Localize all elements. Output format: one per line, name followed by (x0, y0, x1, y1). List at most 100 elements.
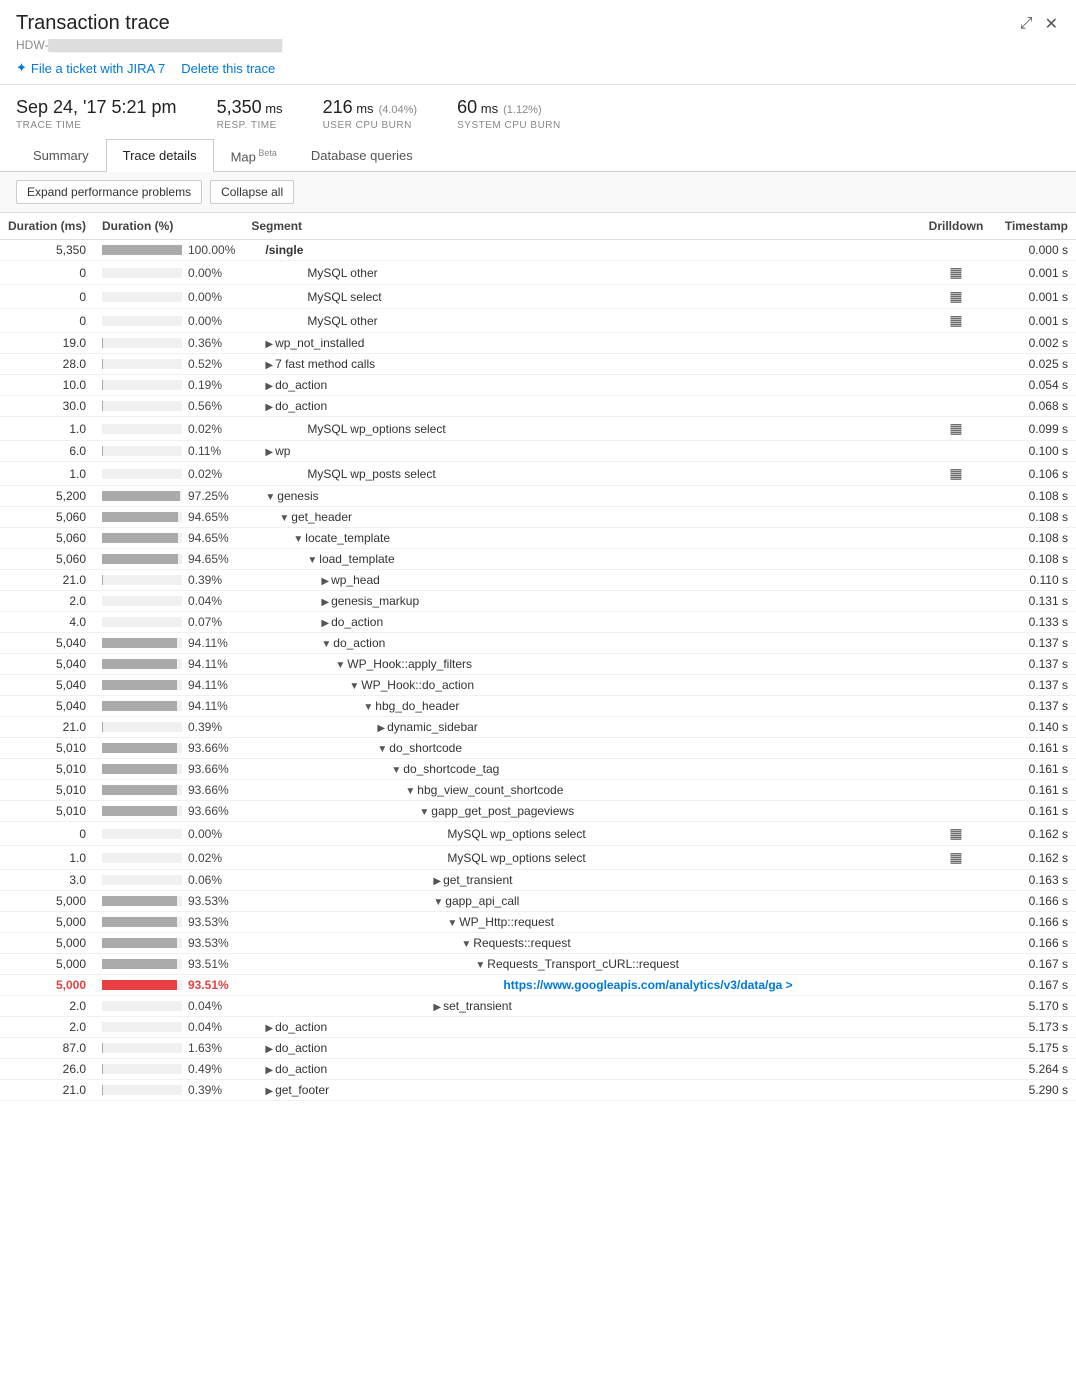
cell-segment: ▶do_action (243, 396, 916, 417)
cell-timestamp: 0.001 s (996, 309, 1076, 333)
expand-right-arrow[interactable]: ▶ (321, 597, 329, 608)
expand-down-arrow[interactable]: ▼ (475, 960, 485, 971)
bar-fill (102, 554, 178, 564)
collapse-all-btn[interactable]: Collapse all (210, 180, 294, 204)
bar-fill (102, 959, 177, 969)
expand-down-arrow[interactable]: ▼ (335, 660, 345, 671)
expand-right-arrow[interactable]: ▶ (433, 876, 441, 887)
cell-duration-pct: 93.66% (94, 801, 243, 822)
pct-text: 0.07% (188, 615, 233, 629)
cell-drilldown (916, 240, 996, 261)
resp-time-label: RESP. TIME (217, 120, 283, 131)
expand-right-arrow[interactable]: ▶ (265, 360, 273, 371)
cell-duration-pct: 94.11% (94, 675, 243, 696)
cell-drilldown (916, 612, 996, 633)
segment-name: gapp_get_post_pageviews (431, 804, 574, 818)
cell-timestamp: 0.108 s (996, 507, 1076, 528)
tab-summary[interactable]: Summary (16, 139, 106, 172)
bar-bg (102, 722, 182, 732)
expand-right-arrow[interactable]: ▶ (433, 1002, 441, 1013)
drilldown-icon[interactable]: ▦ (949, 264, 962, 280)
expand-right-arrow[interactable]: ▶ (265, 339, 273, 350)
subtitle: HDW-██████████████████████████████ (16, 38, 1060, 52)
cell-duration-ms: 5,040 (0, 654, 94, 675)
expand-down-arrow[interactable]: ▼ (265, 492, 275, 503)
expand-down-arrow[interactable]: ▼ (349, 681, 359, 692)
expand-right-arrow[interactable]: ▶ (377, 723, 385, 734)
expand-icon[interactable]: ⤢ (1018, 12, 1035, 36)
expand-down-arrow[interactable]: ▼ (405, 786, 415, 797)
expand-down-arrow[interactable]: ▼ (363, 702, 373, 713)
cell-duration-ms: 21.0 (0, 717, 94, 738)
expand-right-arrow[interactable]: ▶ (265, 1065, 273, 1076)
drilldown-icon[interactable]: ▦ (949, 420, 962, 436)
expand-down-arrow[interactable]: ▼ (419, 807, 429, 818)
col-duration-ms: Duration (ms) (0, 213, 94, 240)
table-row: 1.0 0.02% MySQL wp_posts select▦0.106 s (0, 462, 1076, 486)
expand-performance-btn[interactable]: Expand performance problems (16, 180, 202, 204)
expand-right-arrow[interactable]: ▶ (321, 618, 329, 629)
expand-right-arrow[interactable]: ▶ (265, 1023, 273, 1034)
cell-duration-pct: 94.11% (94, 633, 243, 654)
drilldown-icon[interactable]: ▦ (949, 312, 962, 328)
expand-down-arrow[interactable]: ▼ (307, 555, 317, 566)
bar-fill (102, 680, 177, 690)
jira-icon: ✦ (16, 60, 27, 76)
segment-name: MySQL wp_options select (447, 851, 585, 865)
drilldown-icon[interactable]: ▦ (949, 825, 962, 841)
segment-name: do_shortcode (389, 741, 462, 755)
expand-down-arrow[interactable]: ▼ (391, 765, 401, 776)
bar-bg (102, 980, 182, 990)
table-row: 5,000 93.53% ▼Requests::request0.166 s (0, 933, 1076, 954)
drilldown-icon[interactable]: ▦ (949, 465, 962, 481)
segment-name: hbg_do_header (375, 699, 459, 713)
expand-down-arrow[interactable]: ▼ (279, 513, 289, 524)
bar-bg (102, 743, 182, 753)
bar-bg (102, 938, 182, 948)
expand-down-arrow[interactable]: ▼ (447, 918, 457, 929)
drilldown-icon[interactable]: ▦ (949, 288, 962, 304)
tab-map[interactable]: Map Beta (214, 139, 294, 172)
segment-name: MySQL select (307, 290, 381, 304)
pct-text: 0.06% (188, 873, 233, 887)
expand-right-arrow[interactable]: ▶ (265, 402, 273, 413)
cell-drilldown (916, 396, 996, 417)
close-icon[interactable]: ✕ (1043, 12, 1060, 36)
expand-down-arrow[interactable]: ▼ (321, 639, 331, 650)
expand-down-arrow[interactable]: ▼ (461, 939, 471, 950)
expand-right-arrow[interactable]: ▶ (265, 447, 273, 458)
segment-name[interactable]: https://www.googleapis.com/analytics/v3/… (503, 978, 792, 992)
tab-trace-details[interactable]: Trace details (106, 139, 214, 172)
cell-drilldown (916, 675, 996, 696)
drilldown-icon[interactable]: ▦ (949, 849, 962, 865)
cell-duration-ms: 1.0 (0, 417, 94, 441)
segment-name: hbg_view_count_shortcode (417, 783, 563, 797)
expand-down-arrow[interactable]: ▼ (377, 744, 387, 755)
pct-text: 0.19% (188, 378, 233, 392)
cell-duration-pct: 94.11% (94, 654, 243, 675)
expand-right-arrow[interactable]: ▶ (265, 1086, 273, 1097)
bar-fill (102, 638, 177, 648)
page-header: Transaction trace ⤢ ✕ HDW-██████████████… (0, 0, 1076, 85)
table-row: 26.0 0.49% ▶do_action5.264 s (0, 1059, 1076, 1080)
jira-link[interactable]: ✦ File a ticket with JIRA 7 (16, 60, 165, 76)
cell-duration-ms: 2.0 (0, 1017, 94, 1038)
pct-text: 94.11% (188, 657, 233, 671)
bar-bg (102, 245, 182, 255)
expand-right-arrow[interactable]: ▶ (265, 381, 273, 392)
delete-link[interactable]: Delete this trace (181, 60, 275, 76)
pct-text: 0.02% (188, 851, 233, 865)
bar-bg (102, 680, 182, 690)
bar-bg (102, 959, 182, 969)
table-row: 21.0 0.39% ▶get_footer5.290 s (0, 1080, 1076, 1101)
cell-segment: ▼Requests_Transport_cURL::request (243, 954, 916, 975)
expand-right-arrow[interactable]: ▶ (321, 576, 329, 587)
bar-bg (102, 380, 182, 390)
cell-drilldown (916, 633, 996, 654)
expand-right-arrow[interactable]: ▶ (265, 1044, 273, 1055)
tab-database-queries[interactable]: Database queries (294, 139, 430, 172)
expand-down-arrow[interactable]: ▼ (433, 897, 443, 908)
cell-duration-pct: 0.04% (94, 996, 243, 1017)
segment-name: do_action (275, 1062, 327, 1076)
expand-down-arrow[interactable]: ▼ (293, 534, 303, 545)
